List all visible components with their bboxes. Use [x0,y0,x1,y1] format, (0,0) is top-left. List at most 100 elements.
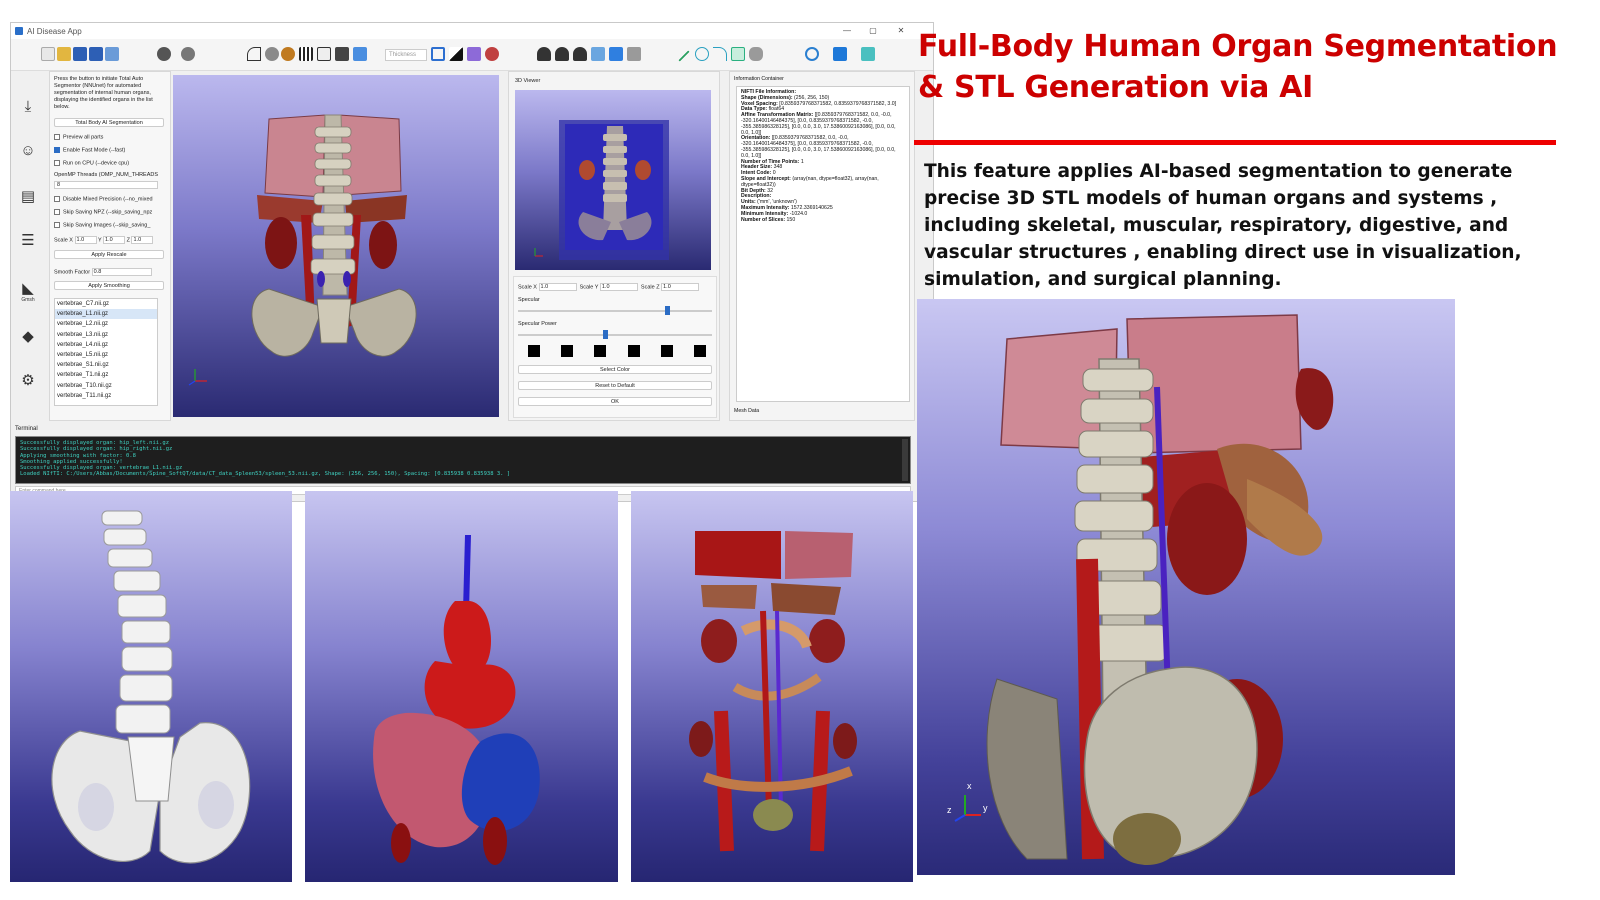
render-icon[interactable] [485,47,499,61]
block-icon[interactable] [335,47,349,61]
maximize-button[interactable]: ▢ [861,23,885,39]
circle-tool-icon[interactable] [695,47,709,61]
import-icon[interactable]: ⤓ [17,97,39,117]
line-tool-icon[interactable] [678,50,690,62]
nifti-info-row: Affine Transformation Matrix: [[0.835937… [741,112,905,136]
minimize-button[interactable]: — [835,23,859,39]
color-swatch[interactable] [561,345,574,357]
crop-icon[interactable] [431,47,445,61]
image-icon[interactable] [353,47,367,61]
sphere-mesh-icon[interactable] [265,47,279,61]
fast-mode-row[interactable]: Enable Fast Mode (--fast) [54,147,167,154]
omp-label: OpenMP Threads (OMP_NUM_THREADS [54,172,159,178]
preview-all-row[interactable]: Preview all parts [54,134,167,141]
scale-z-input[interactable]: 1.0 [131,236,154,244]
ellipse-tool-icon[interactable] [749,47,763,61]
organ-list[interactable]: vertebrae_C7.nii.gz vertebrae_L1.nii.gz ve… [54,298,158,406]
organ-list-item[interactable]: vertebrae_T11.nii.gz [55,391,157,401]
box-icon[interactable] [627,47,641,61]
grid-icon[interactable] [299,47,313,61]
cpu-checkbox[interactable] [54,160,60,166]
ok-button[interactable]: OK [518,397,712,406]
cpu-row[interactable]: Run on CPU (--device cpu) [54,160,167,167]
skip-npz-checkbox[interactable] [54,209,60,215]
organ-list-item[interactable]: vertebrae_T1.nii.gz [55,370,157,380]
flip-icon[interactable] [609,47,623,61]
target-icon[interactable] [805,47,819,61]
total-body-segmentation-button[interactable]: Total Body AI Segmentation [54,118,164,127]
color-swatch[interactable] [693,345,706,357]
specular-power-slider[interactable] [518,330,712,339]
export-icon[interactable] [105,47,119,61]
arc-tool-icon[interactable] [713,47,727,61]
skip-images-checkbox[interactable] [54,222,60,228]
gmsh-tool-icon[interactable] [449,47,463,61]
thickness-input[interactable]: Thickness [385,49,427,61]
close-button[interactable]: ✕ [889,23,913,39]
view-back-icon[interactable] [555,47,569,61]
specular-slider[interactable] [518,306,712,315]
scale-x-input[interactable]: 1.0 [74,236,97,244]
clipboard-icon[interactable]: ▤ [17,187,39,207]
specular-power-slider-handle[interactable] [603,330,609,339]
large-body-render-panel: x y z [917,299,1455,875]
eraser-icon[interactable]: ◆ [17,327,39,347]
open-folder-icon[interactable] [57,47,71,61]
select-color-button[interactable]: Select Color [518,365,712,374]
scale-y-input[interactable]: 1.0 [103,236,126,244]
texture-sphere-icon[interactable] [281,47,295,61]
fast-mode-checkbox[interactable] [54,147,60,153]
main-3d-view[interactable] [173,75,499,417]
specular-slider-handle[interactable] [665,306,671,315]
smooth-factor-input[interactable]: 0.8 [91,268,152,276]
viewer-scale-x-input[interactable]: 1.0 [538,283,577,291]
apply-rescale-button[interactable]: Apply Rescale [54,250,164,259]
color-swatch[interactable] [594,345,607,357]
organ-list-item[interactable]: vertebrae_L2.nii.gz [55,319,157,329]
gmsh-icon[interactable]: ◣ [17,279,39,299]
info-title: Information Container [734,76,784,82]
save-as-icon[interactable] [89,47,103,61]
rectangle-tool-icon[interactable] [731,47,745,61]
organ-list-item[interactable]: vertebrae_L5.nii.gz [55,350,157,360]
save-icon[interactable] [73,47,87,61]
nifti-info-value: [0.8359379768371582, 0.8359379768371582,… [777,100,897,107]
skip-images-row[interactable]: Skip Saving Images (--skip_saving_ [54,222,167,229]
mixed-precision-checkbox[interactable] [54,196,60,202]
color-swatch[interactable] [660,345,673,357]
organ-list-item[interactable]: vertebrae_L1.nii.gz [55,309,157,320]
ai-segment-icon[interactable] [157,47,171,61]
organ-list-item[interactable]: vertebrae_L4.nii.gz [55,340,157,350]
form-icon[interactable]: ☰ [17,231,39,251]
small-3d-view[interactable] [515,90,711,270]
cube-view-icon[interactable] [591,47,605,61]
preview-all-checkbox[interactable] [54,134,60,140]
cube-fill-icon[interactable] [861,47,875,61]
terminal-scrollbar[interactable] [902,439,908,481]
view-side-icon[interactable] [573,47,587,61]
curve-tool-icon[interactable] [247,47,261,61]
apply-smoothing-button[interactable]: Apply Smoothing [54,281,164,290]
full-body-render [689,531,857,852]
table-icon[interactable] [317,47,331,61]
settings-gear-icon[interactable]: ⚙ [17,371,39,391]
organ-list-item[interactable]: vertebrae_C7.nii.gz [55,299,157,309]
app-icon [15,27,23,35]
organ-select-icon[interactable] [181,47,195,61]
color-swatch[interactable] [528,345,540,357]
organ-list-item[interactable]: vertebrae_T10.nii.gz [55,381,157,391]
mixed-precision-row[interactable]: Disable Mixed Precision (--no_mixed [54,196,167,203]
skip-npz-row[interactable]: Skip Saving NPZ (--skip_saving_npz [54,209,167,216]
new-file-icon[interactable] [41,47,55,61]
square-fill-icon[interactable] [833,47,847,61]
organ-list-item[interactable]: vertebrae_S1.nii.gz [55,360,157,370]
color-swatch[interactable] [627,345,640,357]
patient-icon[interactable]: ☺ [17,141,39,161]
omp-threads-input[interactable]: 8 [54,181,158,189]
view-front-icon[interactable] [537,47,551,61]
layers-icon[interactable] [467,47,481,61]
viewer-scale-y-input[interactable]: 1.0 [599,283,638,291]
reset-default-button[interactable]: Reset to Default [518,381,712,390]
organ-list-item[interactable]: vertebrae_L3.nii.gz [55,330,157,340]
viewer-scale-z-input[interactable]: 1.0 [661,283,700,291]
